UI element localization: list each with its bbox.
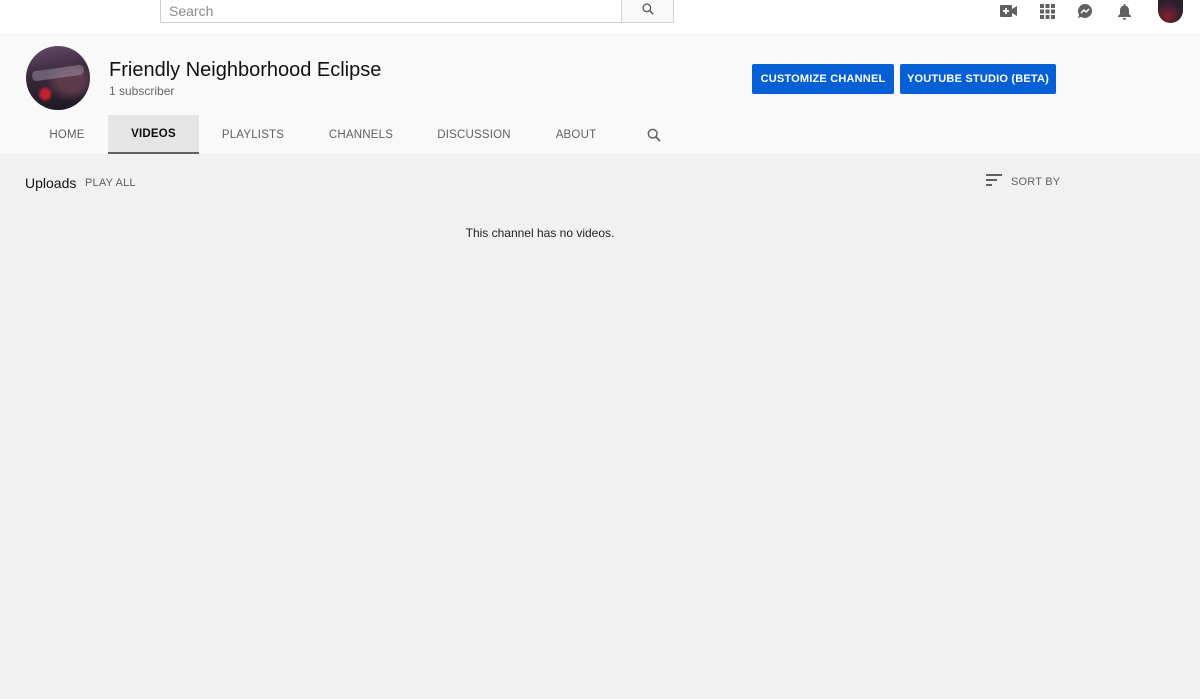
messages-icon[interactable] [1073,0,1097,22]
notifications-bell-icon[interactable] [1112,0,1136,22]
sort-by-label: SORT BY [1011,176,1061,188]
create-video-icon[interactable] [996,0,1020,22]
tab-discussion[interactable]: DISCUSSION [425,115,523,154]
tab-about[interactable]: ABOUT [541,115,611,154]
channel-name: Friendly Neighborhood Eclipse [109,59,382,81]
search-icon [641,2,655,21]
tab-videos[interactable]: VIDEOS [108,115,199,154]
empty-state-message: This channel has no videos. [465,226,615,240]
uploads-title: Uploads [25,175,77,191]
tab-channels[interactable]: CHANNELS [315,115,407,154]
youtube-studio-button[interactable]: YOUTUBE STUDIO (BETA) [900,64,1056,94]
search-button[interactable] [621,0,674,23]
masthead [0,0,1200,33]
channel-search-icon[interactable] [638,115,670,154]
channel-header: Friendly Neighborhood Eclipse 1 subscrib… [0,33,1200,154]
channel-tabs: HOME VIDEOS PLAYLISTS CHANNELS DISCUSSIO… [0,115,700,154]
account-avatar[interactable] [1158,0,1183,23]
sort-icon [986,173,1002,191]
customize-channel-button[interactable]: CUSTOMIZE CHANNEL [752,64,894,94]
sort-by-button[interactable]: SORT BY [986,172,1060,192]
tab-home[interactable]: HOME [26,115,108,154]
apps-grid-icon[interactable] [1035,0,1059,22]
subscriber-count: 1 subscriber [109,84,175,98]
search-input[interactable] [160,0,622,23]
channel-avatar [26,46,90,110]
play-all-link[interactable]: PLAY ALL [85,177,136,189]
tab-playlists[interactable]: PLAYLISTS [207,115,299,154]
